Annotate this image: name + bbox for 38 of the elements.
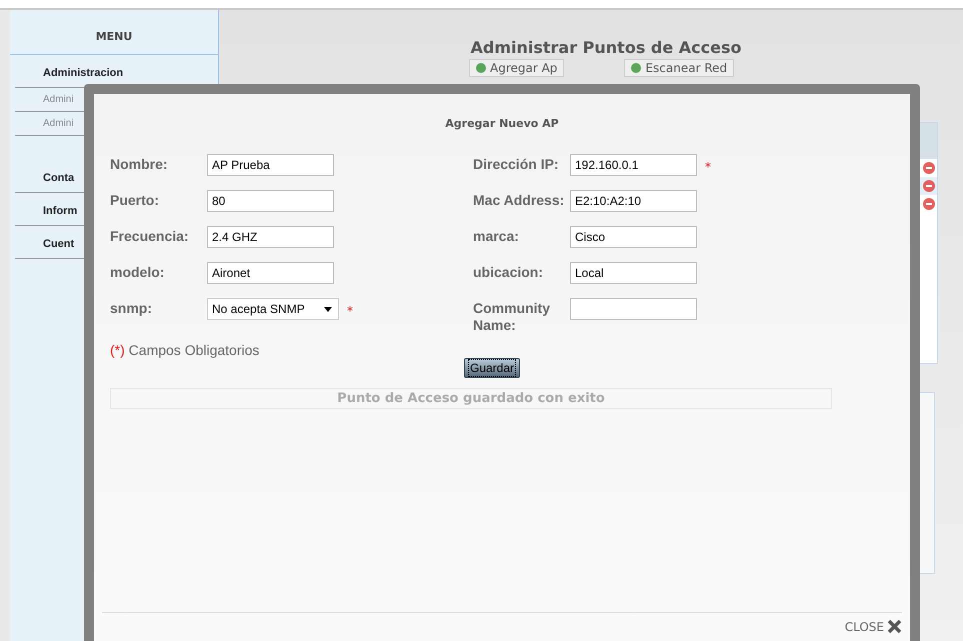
toolbar-button[interactable]: Agregar Ap: [469, 59, 564, 77]
required-note: (*) Campos Obligatorios: [110, 342, 260, 358]
input-field[interactable]: E2:10:A2:10: [570, 190, 697, 212]
field-label: marca:: [473, 227, 520, 246]
dialog-title: Agregar Nuevo AP: [444, 117, 560, 130]
close-button[interactable]: CLOSE: [844, 619, 902, 634]
input-field[interactable]: Cisco: [570, 226, 697, 248]
close-icon: [887, 619, 902, 634]
input-field[interactable]: 2.4 GHZ: [207, 226, 334, 248]
input-field[interactable]: 192.160.0.1: [570, 154, 697, 176]
field-label: Dirección IP:: [473, 155, 560, 174]
input-field[interactable]: Aironet: [207, 262, 334, 284]
field-label: Nombre:: [110, 155, 169, 174]
field-label: snmp:: [110, 299, 153, 318]
status-message: Punto de Acceso guardado con exito: [110, 388, 832, 409]
delete-icon[interactable]: [923, 162, 935, 174]
field-label: modelo:: [110, 263, 166, 282]
add-icon: [631, 63, 642, 73]
add-icon: [476, 63, 486, 73]
field-label: ubicacion:: [473, 263, 544, 282]
caret-icon: [324, 306, 332, 312]
field-label: Puerto:: [110, 191, 160, 210]
dropdown[interactable]: No acepta SNMP: [207, 298, 339, 320]
field-label: Mac Address:: [473, 191, 566, 210]
required-mark: *: [347, 304, 353, 318]
input-field[interactable]: 80: [207, 190, 334, 212]
save-button[interactable]: Guardar: [464, 358, 520, 378]
input-field[interactable]: Local: [570, 262, 697, 284]
field-label: Frecuencia:: [110, 227, 190, 246]
required-mark: *: [705, 160, 711, 174]
field-label: Community Name:: [473, 299, 551, 334]
delete-icon[interactable]: [923, 198, 935, 210]
input-field[interactable]: AP Prueba: [207, 154, 334, 176]
toolbar-button[interactable]: Escanear Red: [624, 59, 734, 77]
input-field[interactable]: [570, 298, 697, 320]
menu-title: MENU: [10, 10, 218, 55]
delete-icon[interactable]: [923, 180, 935, 192]
page-title: Administrar Puntos de Acceso: [469, 38, 743, 57]
